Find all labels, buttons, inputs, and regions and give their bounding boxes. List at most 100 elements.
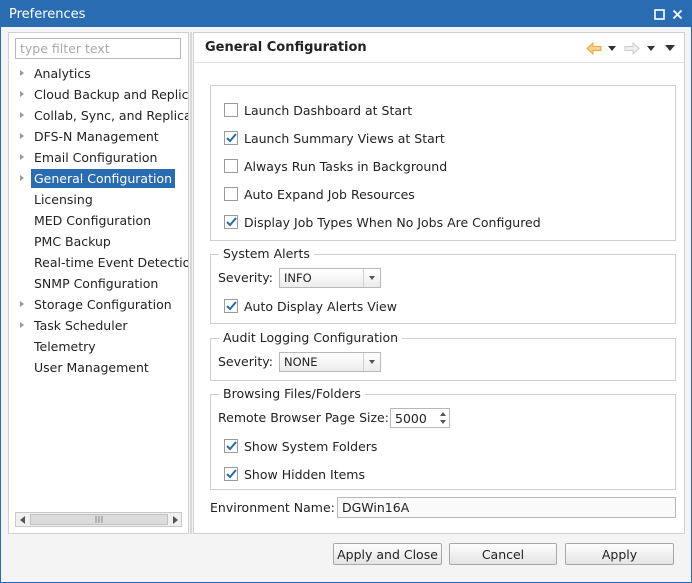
tree-item-label: General Configuration xyxy=(31,169,176,188)
tree-item-med[interactable]: MED Configuration xyxy=(9,210,188,231)
page-title: General Configuration xyxy=(205,40,367,55)
group-title: Audit Logging Configuration xyxy=(219,330,403,346)
page-header: General Configuration xyxy=(194,33,684,63)
tree-item-label: Email Configuration xyxy=(34,150,158,165)
tree-item-pmc-backup[interactable]: PMC Backup xyxy=(9,231,188,252)
checkmark-icon xyxy=(225,441,237,451)
preference-page: General Configuration Launch Dashboard a… xyxy=(193,32,685,534)
display-job-types-checkbox[interactable]: Display Job Types When No Jobs Are Confi… xyxy=(224,213,541,231)
expand-arrow-icon[interactable] xyxy=(20,322,24,328)
apply-and-close-button[interactable]: Apply and Close xyxy=(333,543,442,565)
launch-dashboard-checkbox[interactable]: Launch Dashboard at Start xyxy=(224,101,412,119)
tree-item-storage[interactable]: Storage Configuration xyxy=(9,294,188,315)
scroll-right-icon[interactable] xyxy=(168,513,181,526)
tree-item-real-time-event[interactable]: Real-time Event Detectio xyxy=(9,252,188,273)
checkbox-label: Launch Summary Views at Start xyxy=(244,130,445,146)
tree-item-label: MED Configuration xyxy=(34,213,152,228)
tree-item-dfs-n[interactable]: DFS-N Management xyxy=(9,126,188,147)
view-menu-icon[interactable] xyxy=(665,40,675,56)
tree-item-label: Collab, Sync, and Replica xyxy=(34,108,188,123)
filter-input[interactable] xyxy=(15,38,181,59)
tree-item-label: Task Scheduler xyxy=(34,318,128,333)
select-value: INFO xyxy=(284,271,312,285)
group-title: System Alerts xyxy=(219,246,314,262)
checkbox[interactable] xyxy=(224,131,238,145)
checkmark-icon xyxy=(225,217,237,227)
decrement-icon[interactable] xyxy=(439,420,446,424)
auto-display-alerts-checkbox[interactable]: Auto Display Alerts View xyxy=(224,297,397,315)
forward-history-dropdown-icon[interactable] xyxy=(647,40,655,56)
tree-item-analytics[interactable]: Analytics xyxy=(9,63,188,84)
browsing-files-group: Browsing Files/Folders Remote Browser Pa… xyxy=(210,386,676,490)
checkbox-label: Show Hidden Items xyxy=(244,466,365,482)
window-title: Preferences xyxy=(9,7,86,22)
pane-splitter[interactable] xyxy=(190,32,192,534)
tree-item-telemetry[interactable]: Telemetry xyxy=(9,336,188,357)
expand-arrow-icon[interactable] xyxy=(20,301,24,307)
expand-arrow-icon[interactable] xyxy=(20,175,24,181)
close-icon[interactable] xyxy=(669,6,685,22)
audit-logging-severity-select[interactable]: NONE xyxy=(279,352,381,372)
checkbox-label: Show System Folders xyxy=(244,438,378,454)
environment-name-label: Environment Name: xyxy=(210,500,335,515)
spinner-buttons[interactable] xyxy=(436,409,449,427)
chevron-down-icon[interactable] xyxy=(363,353,380,371)
tree-item-task-scheduler[interactable]: Task Scheduler xyxy=(9,315,188,336)
checkbox[interactable] xyxy=(224,187,238,201)
system-alerts-severity-select[interactable]: INFO xyxy=(279,268,381,288)
checkbox[interactable] xyxy=(224,467,238,481)
checkbox[interactable] xyxy=(224,299,238,313)
preference-tree-pane: Analytics Cloud Backup and Replic Collab… xyxy=(8,32,189,534)
tree-item-label: Real-time Event Detectio xyxy=(34,255,188,270)
page-size-spinner[interactable]: 5000 xyxy=(390,408,450,428)
scrollbar-thumb[interactable] xyxy=(30,514,168,525)
maximize-icon[interactable] xyxy=(651,6,667,22)
spinner-value[interactable]: 5000 xyxy=(395,411,427,426)
tree-item-email[interactable]: Email Configuration xyxy=(9,147,188,168)
tree-item-user-management[interactable]: User Management xyxy=(9,357,188,378)
tree-item-label: Analytics xyxy=(34,66,91,81)
back-arrow-icon[interactable] xyxy=(586,40,602,56)
page-size-label: Remote Browser Page Size: xyxy=(218,410,389,425)
horizontal-scrollbar[interactable] xyxy=(15,512,182,527)
expand-arrow-icon[interactable] xyxy=(20,112,24,118)
auto-expand-job-resources-checkbox[interactable]: Auto Expand Job Resources xyxy=(224,185,415,203)
checkbox[interactable] xyxy=(224,159,238,173)
checkbox-label: Launch Dashboard at Start xyxy=(244,102,413,118)
show-system-folders-checkbox[interactable]: Show System Folders xyxy=(224,437,377,455)
expand-arrow-icon[interactable] xyxy=(20,70,24,76)
always-run-background-checkbox[interactable]: Always Run Tasks in Background xyxy=(224,157,447,175)
tree-item-general-configuration[interactable]: General Configuration xyxy=(9,168,188,189)
back-history-dropdown-icon[interactable] xyxy=(608,40,616,56)
environment-name-field[interactable] xyxy=(337,497,676,518)
severity-label: Severity: xyxy=(218,270,273,285)
tree-item-licensing[interactable]: Licensing xyxy=(9,189,188,210)
cancel-button[interactable]: Cancel xyxy=(449,543,557,565)
tree-item-collab-sync[interactable]: Collab, Sync, and Replica xyxy=(9,105,188,126)
checkmark-icon xyxy=(225,469,237,479)
launch-summary-views-checkbox[interactable]: Launch Summary Views at Start xyxy=(224,129,445,147)
audit-logging-group: Audit Logging Configuration Severity: NO… xyxy=(210,330,676,381)
preferences-window: Preferences Analytics Cloud Backup and R… xyxy=(0,0,692,583)
apply-button[interactable]: Apply xyxy=(565,543,674,565)
chevron-down-icon[interactable] xyxy=(363,269,380,287)
tree-item-snmp[interactable]: SNMP Configuration xyxy=(9,273,188,294)
forward-arrow-icon[interactable] xyxy=(624,40,640,56)
title-bar[interactable]: Preferences xyxy=(1,1,691,27)
checkbox-label: Always Run Tasks in Background xyxy=(244,158,448,174)
checkbox-label: Auto Expand Job Resources xyxy=(244,186,415,202)
system-alerts-group: System Alerts Severity: INFO Auto Displa… xyxy=(210,246,676,324)
checkbox[interactable] xyxy=(224,439,238,453)
select-value: NONE xyxy=(284,355,318,369)
show-hidden-items-checkbox[interactable]: Show Hidden Items xyxy=(224,465,365,483)
expand-arrow-icon[interactable] xyxy=(20,154,24,160)
expand-arrow-icon[interactable] xyxy=(20,133,24,139)
checkbox[interactable] xyxy=(224,215,238,229)
checkbox-label: Auto Display Alerts View xyxy=(244,298,397,314)
tree-item-cloud-backup[interactable]: Cloud Backup and Replic xyxy=(9,84,188,105)
grip-icon xyxy=(95,516,103,523)
checkbox[interactable] xyxy=(224,103,238,117)
scroll-left-icon[interactable] xyxy=(16,513,29,526)
expand-arrow-icon[interactable] xyxy=(20,91,24,97)
increment-icon[interactable] xyxy=(439,412,446,416)
